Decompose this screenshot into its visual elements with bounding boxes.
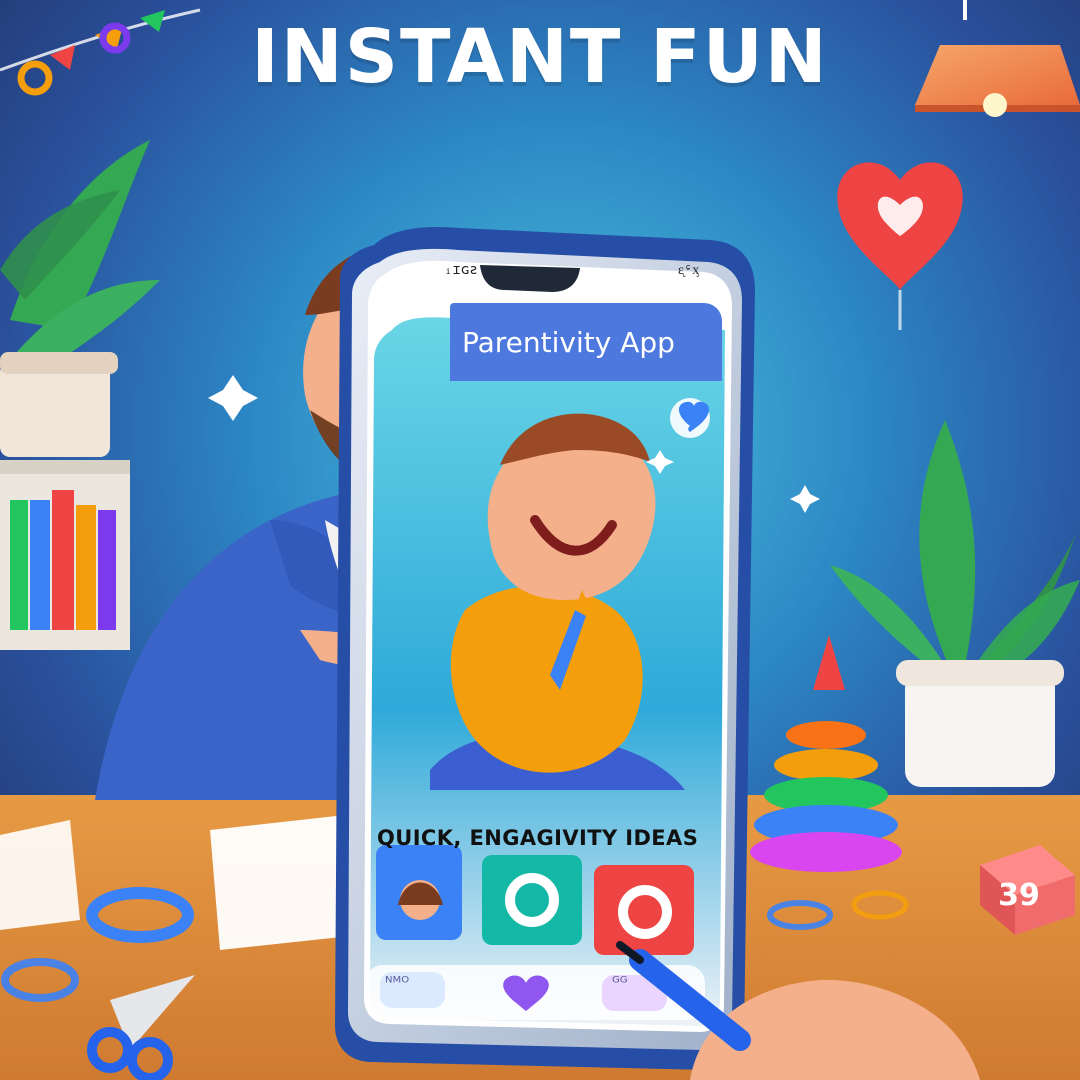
status-left: ᵢɪɢƨ: [444, 262, 478, 278]
tagline: QUICK, ENGAGIVITY IDEAS: [377, 826, 699, 850]
number-tag: 39: [998, 877, 1040, 913]
scene-illustration: [0, 0, 1080, 1080]
bottom-nav-item[interactable]: ᴺᴹᴼ: [385, 973, 409, 992]
app-title: Parentivity App: [462, 325, 675, 359]
bookshelf: [0, 460, 130, 650]
heart-icon: [670, 398, 710, 438]
bottom-nav-item[interactable]: ᴳᴳ: [612, 973, 628, 992]
headline: INSTANT FUN: [251, 14, 829, 100]
illustration-canvas: INSTANT FUN Parentivity App ᵢɪɢƨ ᶓᶝᶍ QUI…: [0, 0, 1080, 1080]
status-right: ᶓᶝᶍ: [678, 262, 700, 278]
app-header: Parentivity App: [450, 303, 722, 381]
